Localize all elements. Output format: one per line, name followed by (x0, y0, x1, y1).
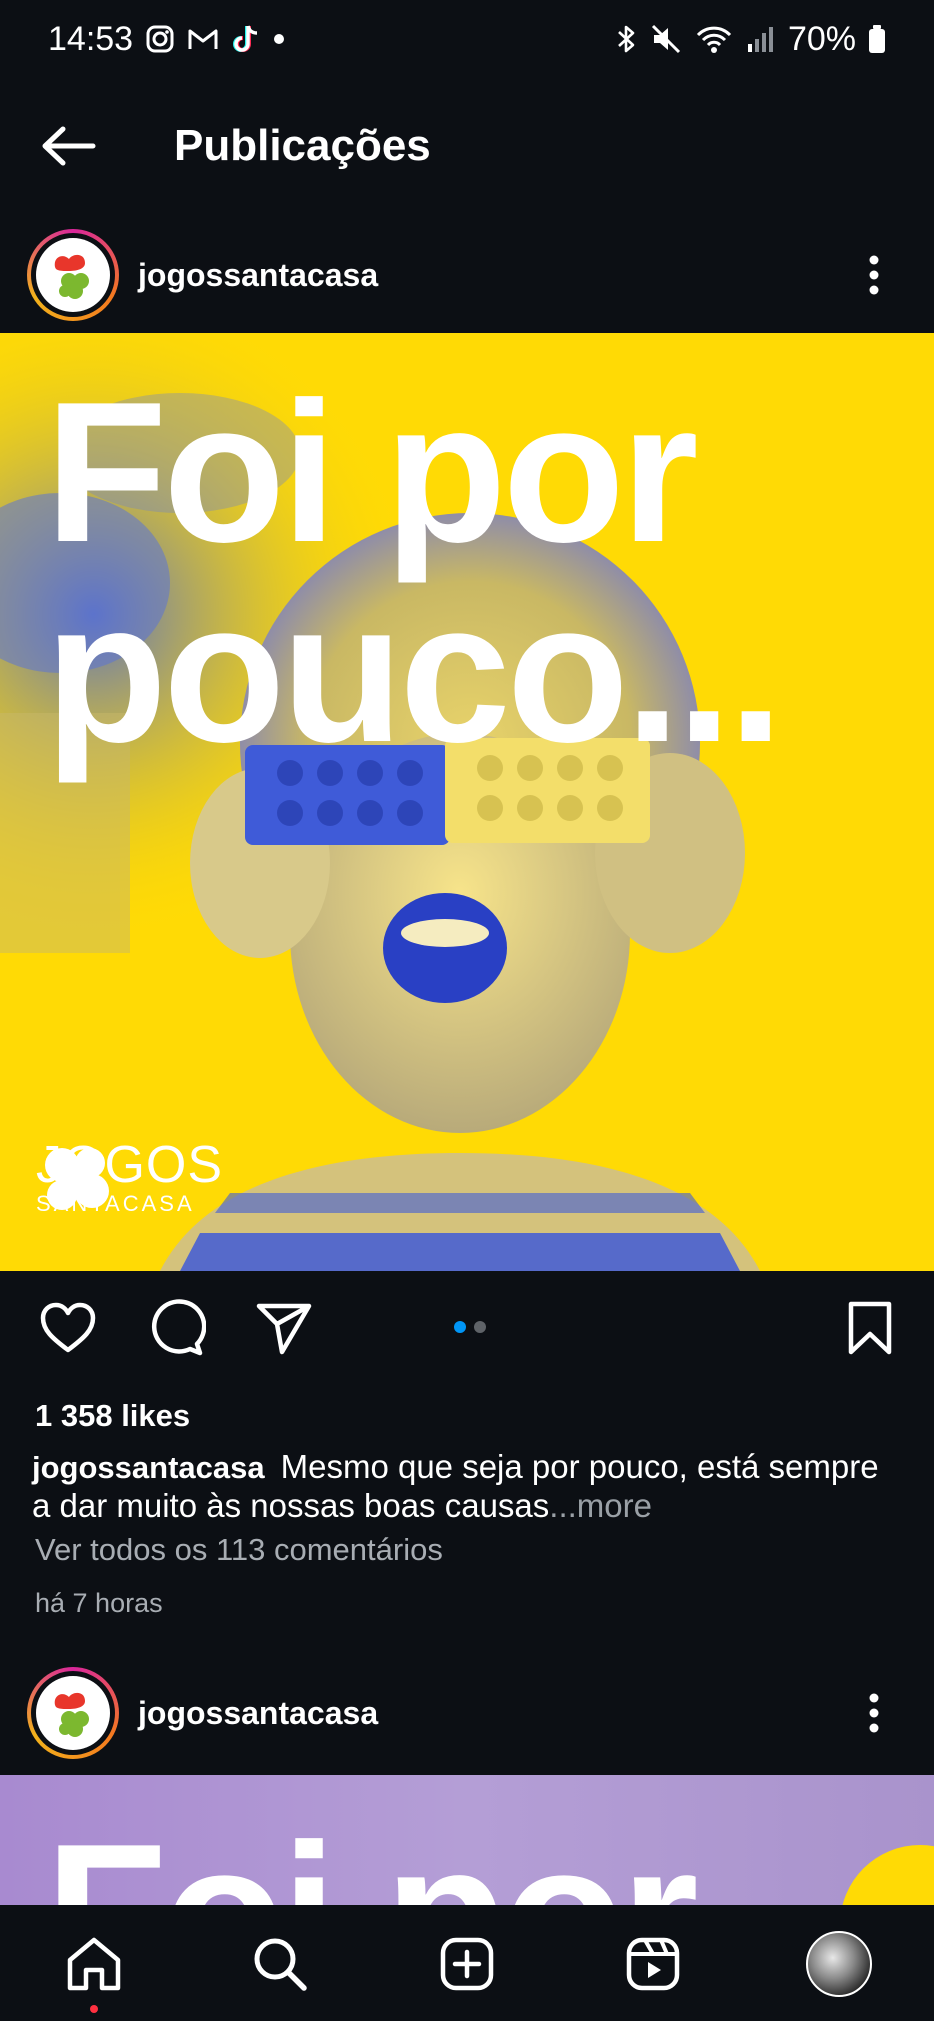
status-right: 70% (614, 20, 886, 59)
image-headline: Foi por (45, 1815, 699, 1906)
app-header: Publicações (0, 100, 934, 192)
avatar[interactable] (27, 229, 119, 321)
status-left: 14:53 (48, 20, 287, 59)
post-username[interactable]: jogossantacasa (138, 1695, 378, 1732)
like-button[interactable] (36, 1296, 100, 1360)
brand-logo: JOGOS SANTACASA (36, 1139, 223, 1215)
image-headline-line1: Foi por (45, 361, 699, 584)
bluetooth-icon (614, 23, 638, 55)
santacasa-logo-icon (36, 1676, 110, 1750)
battery-icon (868, 24, 886, 54)
comment-button[interactable] (144, 1296, 208, 1360)
nav-search[interactable] (245, 1929, 315, 1999)
status-bar: 14:53 70% (0, 0, 934, 78)
nav-home[interactable] (59, 1929, 129, 1999)
more-options-button[interactable] (854, 1683, 894, 1743)
post-image[interactable]: Foi por (0, 1775, 934, 1905)
home-icon (67, 1937, 121, 1991)
gmail-icon (187, 26, 219, 52)
avatar[interactable] (27, 1667, 119, 1759)
signal-icon (746, 24, 776, 54)
post-caption: jogossantacasa Mesmo que seja por pouco, … (32, 1448, 902, 1525)
search-icon (254, 1938, 307, 1991)
more-vertical-icon (869, 255, 879, 295)
create-icon (440, 1937, 494, 1991)
caption-more-link[interactable]: ...more (549, 1487, 652, 1524)
nav-create[interactable] (432, 1929, 502, 1999)
mute-icon (650, 23, 682, 55)
nav-profile[interactable] (804, 1929, 874, 1999)
nav-reels[interactable] (618, 1929, 688, 1999)
post-image[interactable]: Foi por pouco... JOGOS SANTACASA (0, 333, 934, 1271)
carousel-dot (474, 1321, 486, 1333)
back-button[interactable] (38, 116, 98, 176)
image-headline: Foi por pouco... (45, 373, 925, 773)
post-timestamp: há 7 horas (35, 1588, 163, 1618)
more-options-button[interactable] (854, 245, 894, 305)
caption-username[interactable]: jogossantacasa (32, 1450, 265, 1485)
image-headline-line2: pouco... (45, 561, 784, 784)
reels-icon (626, 1937, 680, 1991)
battery-percent: 70% (787, 19, 856, 58)
heart-icon (40, 1302, 96, 1353)
more-vertical-icon (869, 1693, 879, 1733)
instagram-icon (145, 24, 175, 54)
tiktok-icon (231, 23, 259, 55)
view-comments-link[interactable]: Ver todos os 113 comentários (35, 1532, 443, 1568)
like-count[interactable]: 1 358 likes (35, 1398, 190, 1434)
arrow-left-icon (42, 126, 96, 166)
notification-dot (90, 2005, 98, 2013)
post-username[interactable]: jogossantacasa (138, 257, 378, 294)
dot-icon (271, 31, 287, 47)
wifi-icon (694, 23, 734, 55)
status-time: 14:53 (48, 19, 134, 58)
image-decoration (840, 1845, 934, 1905)
comment-icon (151, 1299, 206, 1356)
post-action-bar (0, 1290, 934, 1366)
carousel-dot-active (454, 1321, 466, 1333)
santacasa-logo-icon (36, 238, 110, 312)
share-button[interactable] (252, 1296, 316, 1360)
bottom-nav (0, 1905, 934, 2021)
post-header: jogossantacasa (0, 1665, 934, 1761)
post-header: jogossantacasa (0, 227, 934, 323)
profile-avatar (806, 1931, 872, 1997)
carousel-indicator (454, 1321, 486, 1333)
save-button[interactable] (838, 1296, 902, 1360)
send-icon (256, 1303, 312, 1355)
page-title: Publicações (174, 121, 431, 170)
bookmark-icon (848, 1301, 892, 1355)
clover-logo-icon (45, 1148, 109, 1210)
